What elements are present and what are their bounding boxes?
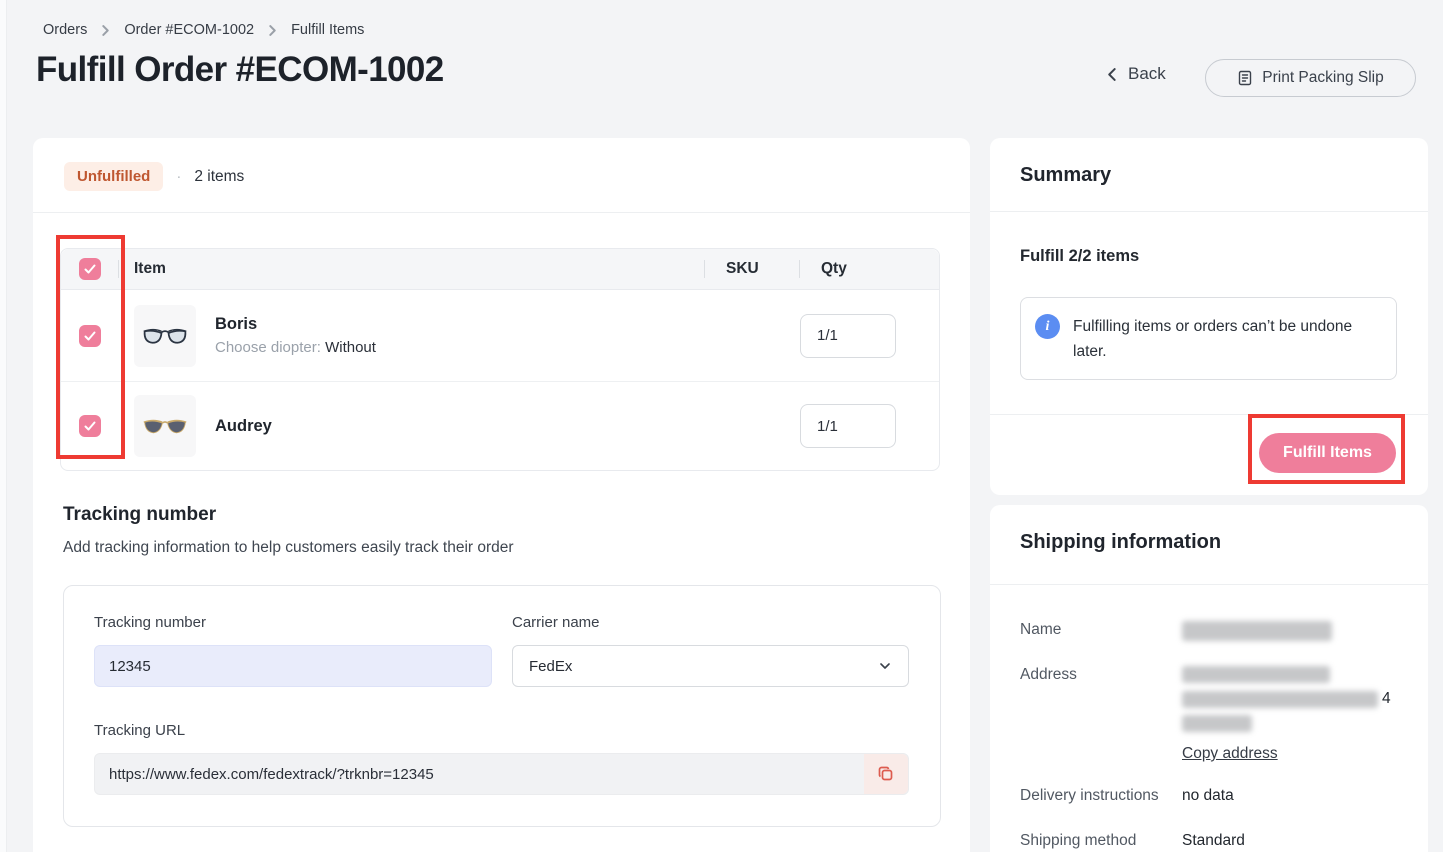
item-option-label: Choose diopter: (215, 339, 321, 356)
info-callout: i Fulfilling items or orders can’t be un… (1020, 297, 1397, 380)
table-row: Boris Choose diopter: Without (61, 290, 939, 382)
tracking-section-subheading: Add tracking information to help custome… (63, 539, 514, 557)
breadcrumb: Orders Order #ECOM-1002 Fulfill Items (43, 22, 364, 38)
column-header-qty: Qty (821, 260, 847, 277)
delivery-instructions-label: Delivery instructions (1020, 787, 1182, 805)
divider (990, 584, 1428, 585)
table-row: Audrey (61, 382, 939, 470)
redacted-address-line (1182, 666, 1330, 683)
column-header-item: Item (134, 260, 166, 278)
breadcrumb-orders[interactable]: Orders (43, 22, 87, 38)
product-image-sunglasses (134, 395, 196, 457)
status-badge: Unfulfilled (64, 162, 163, 191)
redacted-address-line (1182, 691, 1378, 708)
name-label: Name (1020, 621, 1182, 641)
chevron-down-icon (878, 659, 892, 673)
print-packing-slip-button[interactable]: Print Packing Slip (1205, 59, 1416, 97)
check-icon (84, 263, 96, 275)
shipping-information-panel: Shipping information Name Address 4 Copy… (990, 505, 1428, 852)
product-image-eyeglasses (134, 305, 196, 367)
items-table: Item SKU Qty (60, 248, 940, 471)
address-label: Address (1020, 666, 1182, 763)
divider (990, 414, 1428, 415)
row-checkbox[interactable] (79, 415, 101, 437)
shipping-heading: Shipping information (1020, 531, 1221, 554)
tracking-url-input[interactable] (95, 754, 864, 794)
info-icon: i (1035, 314, 1060, 339)
carrier-selected-value: FedEx (529, 658, 572, 675)
copy-address-link[interactable]: Copy address (1182, 745, 1278, 762)
item-option-value: Without (325, 339, 376, 356)
check-icon (84, 330, 96, 342)
carrier-name-label: Carrier name (512, 614, 600, 631)
divider (990, 211, 1428, 212)
chevron-right-icon (100, 25, 111, 36)
check-icon (84, 420, 96, 432)
row-checkbox[interactable] (79, 325, 101, 347)
summary-panel: Summary Fulfill 2/2 items i Fulfilling i… (990, 138, 1428, 495)
redacted-name-value (1182, 621, 1332, 641)
delivery-instructions-value: no data (1182, 787, 1234, 805)
item-name: Boris (215, 315, 376, 334)
qty-input[interactable] (800, 404, 896, 448)
breadcrumb-order-number[interactable]: Order #ECOM-1002 (124, 22, 254, 38)
chevron-right-icon (267, 25, 278, 36)
breadcrumb-fulfill-items: Fulfill Items (291, 22, 364, 38)
qty-input[interactable] (800, 314, 896, 358)
fulfill-items-card: Unfulfilled · 2 items Item SKU Qty (33, 138, 970, 852)
item-name: Audrey (215, 417, 272, 436)
select-all-checkbox[interactable] (79, 258, 101, 280)
table-header-row: Item SKU Qty (61, 249, 939, 290)
tracking-url-field (94, 753, 909, 795)
info-text: Fulfilling items or orders can’t be undo… (1073, 314, 1382, 364)
copy-url-button[interactable] (864, 754, 908, 794)
tracking-section-heading: Tracking number (63, 504, 216, 526)
summary-heading: Summary (1020, 164, 1111, 187)
chevron-left-icon (1106, 68, 1119, 81)
back-label: Back (1128, 64, 1166, 84)
print-label: Print Packing Slip (1262, 69, 1383, 87)
fulfill-items-button[interactable]: Fulfill Items (1259, 433, 1396, 473)
fulfill-count: Fulfill 2/2 items (1020, 247, 1139, 266)
redacted-address-line (1182, 715, 1252, 732)
tracking-url-label: Tracking URL (94, 722, 185, 739)
carrier-select[interactable]: FedEx (512, 645, 909, 687)
shipping-method-value: Standard (1182, 832, 1245, 850)
document-icon (1237, 70, 1253, 86)
page-title: Fulfill Order #ECOM-1002 (36, 50, 444, 90)
tracking-number-input[interactable] (94, 645, 492, 687)
back-button[interactable]: Back (1106, 64, 1166, 84)
address-visible-char: 4 (1382, 690, 1391, 708)
shipping-method-label: Shipping method (1020, 832, 1182, 850)
collapsed-sidebar-edge (0, 0, 7, 852)
separator-dot: · (176, 168, 181, 185)
tracking-number-label: Tracking number (94, 614, 206, 631)
copy-icon (877, 765, 895, 783)
items-count: 2 items (194, 168, 244, 186)
tracking-form: Tracking number Carrier name FedEx Track… (63, 585, 941, 827)
divider (33, 212, 970, 213)
column-header-sku: SKU (726, 260, 759, 277)
